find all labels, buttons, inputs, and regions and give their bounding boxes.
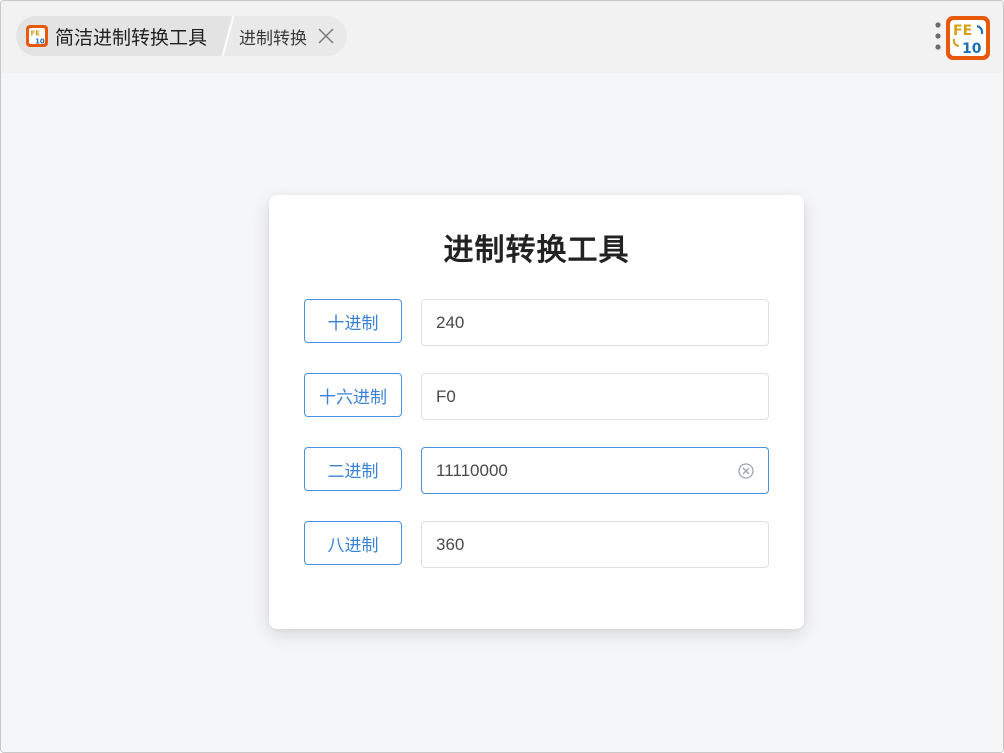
binary-input-wrapper — [421, 447, 769, 494]
tab-main-label: 简洁进制转换工具 — [55, 26, 208, 49]
tab-sub-label: 进制转换 — [239, 28, 308, 49]
tab-main[interactable]: FE 10 简洁进制转换工具 — [16, 16, 222, 56]
decimal-button[interactable]: 十进制 — [304, 299, 402, 343]
clear-icon[interactable] — [737, 462, 755, 480]
tab-sub[interactable]: 进制转换 — [235, 16, 348, 56]
fe-app-icon: FE 10 — [26, 25, 48, 47]
hex-input-wrapper — [421, 373, 769, 420]
decimal-input-wrapper — [421, 299, 769, 346]
octal-input-wrapper — [421, 521, 769, 568]
svg-text:FE: FE — [31, 30, 41, 38]
close-icon[interactable] — [317, 27, 335, 45]
title-bar: FE 10 简洁进制转换工具 进制转换 FE 10 — [1, 1, 1003, 73]
hex-input[interactable] — [434, 385, 728, 408]
card-title: 进制转换工具 — [443, 233, 630, 268]
main-content: 进制转换工具 十进制 十六进制 二进制 — [1, 73, 1003, 752]
app-window: FE 10 简洁进制转换工具 进制转换 FE 10 进制转换工具 十进制 240… — [0, 0, 1004, 753]
binary-input[interactable] — [434, 459, 728, 482]
converter-card: 进制转换工具 十进制 十六进制 二进制 — [269, 195, 804, 629]
binary-button[interactable]: 二进制 — [304, 447, 402, 491]
fe-brand-icon[interactable]: FE 10 — [946, 16, 990, 60]
svg-text:10: 10 — [35, 38, 45, 46]
octal-input[interactable] — [434, 533, 728, 556]
binary-row: 二进制 — [304, 447, 769, 494]
more-vertical-icon[interactable] — [931, 21, 945, 51]
octal-row: 八进制 — [304, 521, 769, 568]
tab-divider — [221, 16, 236, 56]
octal-button[interactable]: 八进制 — [304, 521, 402, 565]
hex-button[interactable]: 十六进制 — [304, 373, 402, 417]
hex-row: 十六进制 — [304, 373, 769, 420]
svg-text:FE: FE — [953, 23, 972, 39]
tab-strip: FE 10 简洁进制转换工具 进制转换 — [16, 16, 348, 56]
svg-text:10: 10 — [962, 41, 982, 57]
decimal-row: 十进制 — [304, 299, 769, 346]
decimal-input[interactable] — [434, 311, 728, 334]
